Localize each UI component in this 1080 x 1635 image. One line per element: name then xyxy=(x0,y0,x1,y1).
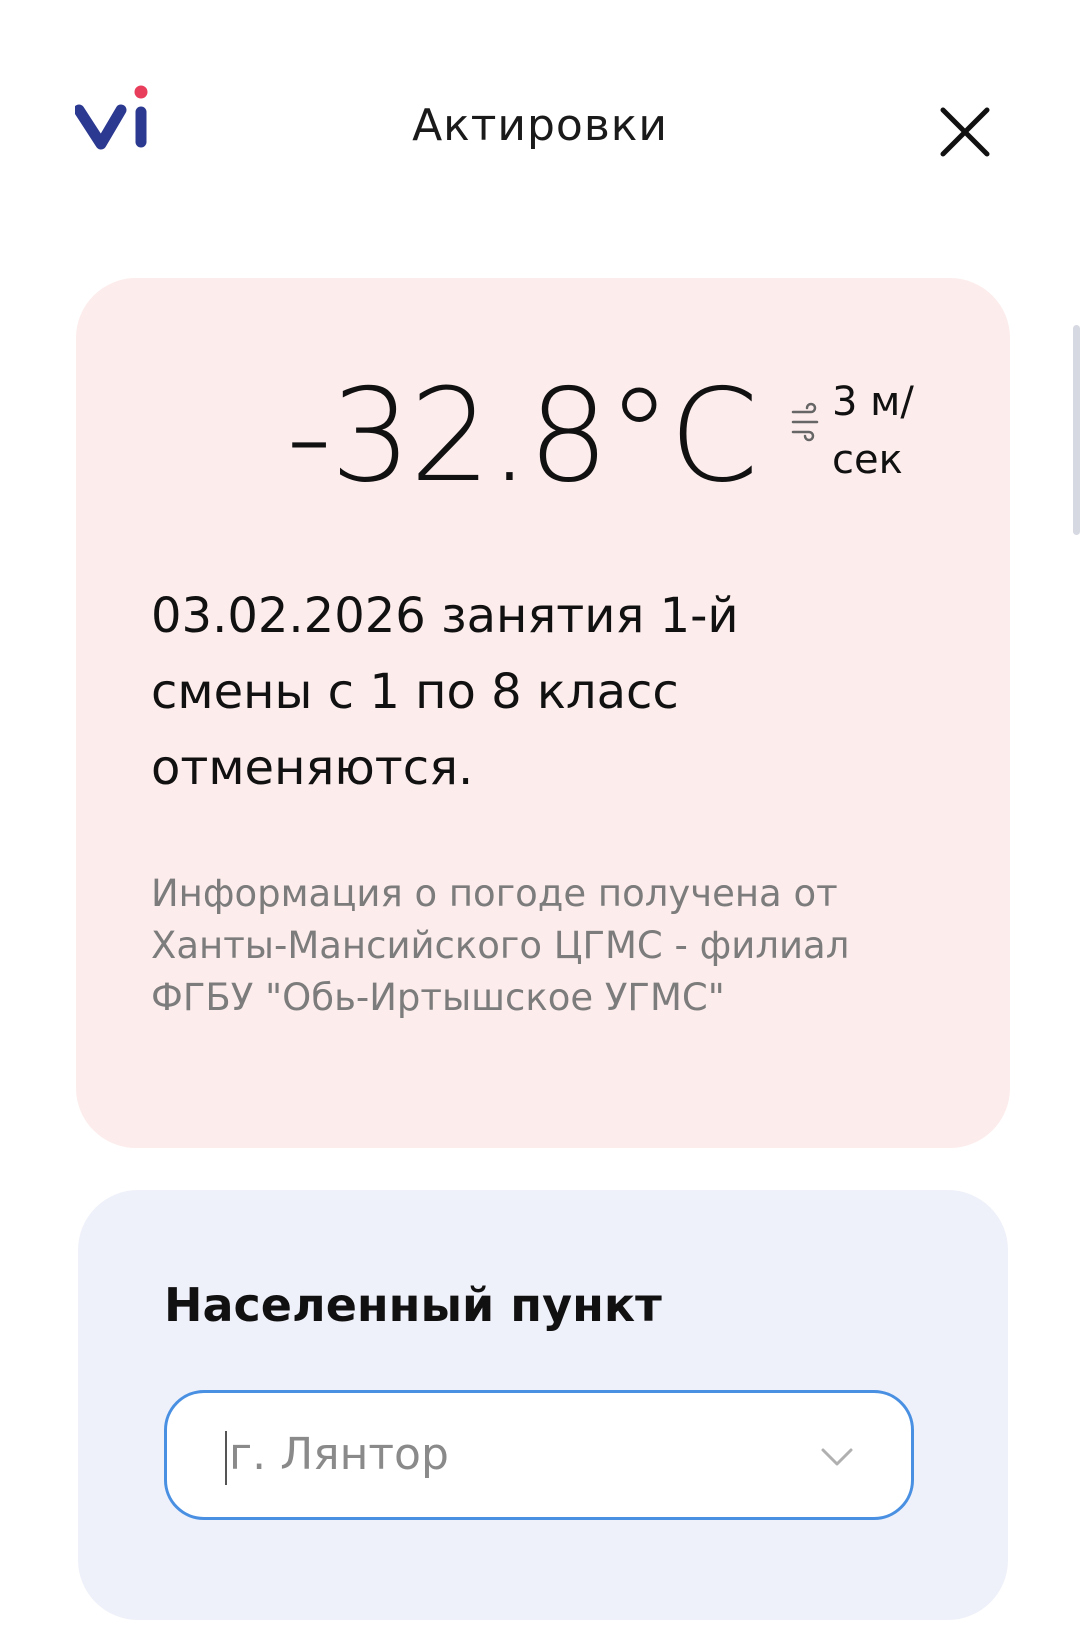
wind-speed: 3 м/сек xyxy=(832,379,914,483)
page: Актировки -32.8°C 3 м/сек 03.02.2026 зан… xyxy=(0,0,1080,1635)
weather-source-text: Информация о погоде получена от Ханты-Ма… xyxy=(151,872,850,1019)
location-card: Населенный пункт г. Лянтор xyxy=(78,1190,1008,1620)
temperature-value: -32.8°C xyxy=(286,362,759,511)
location-select[interactable]: г. Лянтор xyxy=(164,1390,914,1520)
wind-icon xyxy=(791,402,819,442)
weather-alert-card: -32.8°C 3 м/сек 03.02.2026 занятия 1-й с… xyxy=(76,278,1010,1148)
scrollbar[interactable] xyxy=(1073,325,1080,535)
text-caret xyxy=(225,1431,227,1485)
page-title: Актировки xyxy=(412,100,668,151)
location-label: Населенный пункт xyxy=(164,1278,662,1332)
header: Актировки xyxy=(0,0,1080,230)
close-icon[interactable] xyxy=(935,102,995,162)
cancellation-notice: 03.02.2026 занятия 1-й смены с 1 по 8 кл… xyxy=(151,588,739,796)
chevron-down-icon[interactable] xyxy=(819,1445,855,1469)
location-select-value: г. Лянтор xyxy=(229,1429,449,1480)
